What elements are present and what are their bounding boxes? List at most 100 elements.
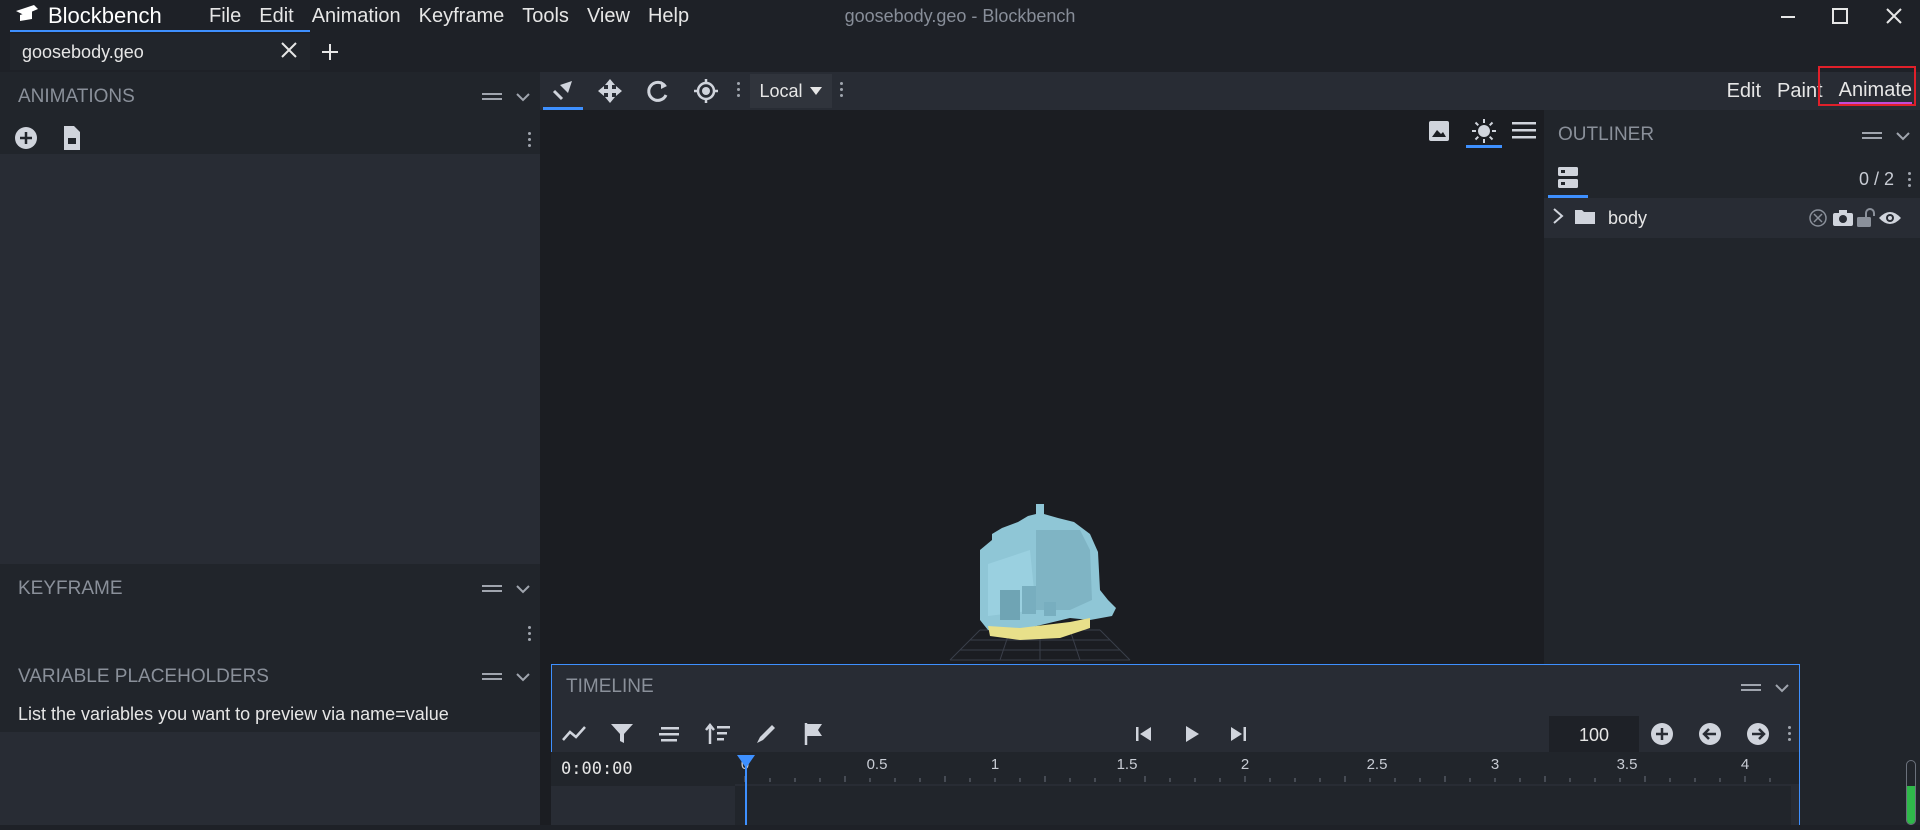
maximize-button[interactable] xyxy=(1820,0,1860,32)
previous-keyframe-button[interactable] xyxy=(1694,714,1726,754)
play-icon xyxy=(1186,726,1199,742)
lighting-toggle[interactable] xyxy=(1466,116,1502,148)
outliner-header-controls xyxy=(1862,110,1910,160)
panel-drag-handle-icon[interactable] xyxy=(482,578,502,600)
sort-icon xyxy=(705,723,730,744)
menu-edit[interactable]: Edit xyxy=(250,5,302,28)
animations-panel-header: ANIMATIONS xyxy=(0,72,540,122)
ruler-label-2-5: 2.5 xyxy=(1366,756,1388,773)
outliner-toolbar: 0 / 2 xyxy=(1544,160,1920,198)
menu-tools[interactable]: Tools xyxy=(513,5,578,28)
image-icon xyxy=(1429,121,1449,141)
filter-icon xyxy=(611,724,633,743)
playhead[interactable] xyxy=(736,754,756,830)
resize-tool-button[interactable] xyxy=(590,72,630,110)
tab-goosebody[interactable]: goosebody.geo xyxy=(10,34,310,70)
timeline-more-icon[interactable] xyxy=(1784,726,1794,741)
rotate-tool-button[interactable] xyxy=(638,72,678,110)
keyframe-body xyxy=(0,614,540,652)
camera-icon[interactable] xyxy=(1832,208,1854,233)
outliner-item-body[interactable]: body xyxy=(1544,198,1920,238)
menu-help[interactable]: Help xyxy=(639,5,698,28)
panel-drag-handle-icon[interactable] xyxy=(482,666,502,688)
toolbar-more-icon[interactable] xyxy=(836,82,846,97)
more-options-icon[interactable] xyxy=(524,626,534,641)
ruler-label-4: 4 xyxy=(1740,756,1750,773)
memory-meter xyxy=(1906,760,1916,825)
add-animation-button[interactable] xyxy=(14,126,38,155)
chevron-right-icon[interactable] xyxy=(1552,207,1564,229)
transform-space-value: Local xyxy=(759,80,803,101)
panel-drag-handle-icon[interactable] xyxy=(1741,677,1761,698)
new-tab-button[interactable] xyxy=(318,36,342,68)
animations-toolbar xyxy=(0,122,540,154)
viewport-menu-button[interactable] xyxy=(1512,120,1536,145)
graph-editor-button[interactable] xyxy=(558,714,590,754)
mode-edit[interactable]: Edit xyxy=(1727,80,1761,103)
line-chart-icon xyxy=(562,726,586,741)
filter-button[interactable] xyxy=(606,714,638,754)
pivot-tool-button[interactable] xyxy=(686,72,726,110)
folder-icon xyxy=(1574,207,1596,230)
app-brand: Blockbench xyxy=(14,0,162,32)
app-name: Blockbench xyxy=(48,3,162,28)
export-toggle-icon[interactable] xyxy=(1808,208,1828,233)
chevron-down-icon[interactable] xyxy=(1775,677,1789,698)
zoom-in-button[interactable] xyxy=(1646,714,1678,754)
goose-body-model[interactable] xyxy=(940,490,1140,670)
panel-drag-handle-icon[interactable] xyxy=(482,86,502,108)
sun-icon xyxy=(1472,118,1496,143)
skip-forward-button[interactable] xyxy=(1222,714,1254,754)
close-window-button[interactable] xyxy=(1874,0,1914,32)
memory-meter-fill xyxy=(1907,786,1915,824)
left-sidebar: ANIMATIONS KEYFRAME VARIABLE PLACEHOLDER… xyxy=(0,72,540,825)
edit-keyframe-button[interactable] xyxy=(750,714,782,754)
skip-back-button[interactable] xyxy=(1128,714,1160,754)
chevron-down-icon[interactable] xyxy=(516,578,530,600)
playhead-marker-icon xyxy=(737,755,755,825)
toolbar-more-icon[interactable] xyxy=(733,82,743,97)
chevron-down-icon[interactable] xyxy=(516,666,530,688)
unlock-icon[interactable] xyxy=(1856,208,1876,233)
timeline-ruler[interactable] xyxy=(735,752,1799,784)
background-image-button[interactable] xyxy=(1428,120,1450,147)
menu-animation[interactable]: Animation xyxy=(303,5,410,28)
fps-input[interactable]: 100 xyxy=(1549,716,1639,754)
add-circle-icon xyxy=(1651,723,1673,745)
animate-highlight-box xyxy=(1818,66,1916,106)
more-options-icon[interactable] xyxy=(1904,172,1914,187)
marker-button[interactable] xyxy=(798,714,830,754)
rotate-icon xyxy=(647,80,668,102)
ruler-label-2: 2 xyxy=(1240,756,1250,773)
move-tool-button[interactable] xyxy=(543,72,583,110)
minimize-button[interactable] xyxy=(1768,0,1808,32)
timeline-keyframe-area[interactable] xyxy=(735,786,1791,825)
lines-icon xyxy=(659,727,679,742)
menu-keyframe[interactable]: Keyframe xyxy=(410,5,514,28)
variable-placeholders-textarea[interactable] xyxy=(0,732,540,825)
variable-placeholders-header: VARIABLE PLACEHOLDERS xyxy=(0,652,540,702)
channels-button[interactable] xyxy=(654,714,686,754)
chevron-down-icon[interactable] xyxy=(516,86,530,108)
mode-paint[interactable]: Paint xyxy=(1777,80,1823,103)
menu-view[interactable]: View xyxy=(578,5,639,28)
play-button[interactable] xyxy=(1176,714,1208,754)
maximize-icon xyxy=(1832,8,1848,24)
server-icon xyxy=(1558,166,1578,188)
import-animation-file-button[interactable] xyxy=(62,125,82,156)
arrow-right-circle-icon xyxy=(1747,723,1769,745)
menu-file[interactable]: File xyxy=(200,5,250,28)
more-options-icon[interactable] xyxy=(524,132,534,147)
transform-space-select[interactable]: Local xyxy=(750,74,832,108)
add-group-button[interactable] xyxy=(1548,160,1588,198)
menu-bar: File Edit Animation Keyframe Tools View … xyxy=(200,0,698,32)
chevron-down-icon[interactable] xyxy=(1896,125,1910,146)
sort-button[interactable] xyxy=(702,714,734,754)
move-tool-icon xyxy=(552,80,572,100)
skip-forward-icon xyxy=(1231,727,1246,741)
next-keyframe-button[interactable] xyxy=(1742,714,1774,754)
tab-close-button[interactable] xyxy=(280,41,298,64)
eye-icon[interactable] xyxy=(1878,208,1902,233)
panel-drag-handle-icon[interactable] xyxy=(1862,125,1882,146)
keyframe-panel-header: KEYFRAME xyxy=(0,564,540,614)
